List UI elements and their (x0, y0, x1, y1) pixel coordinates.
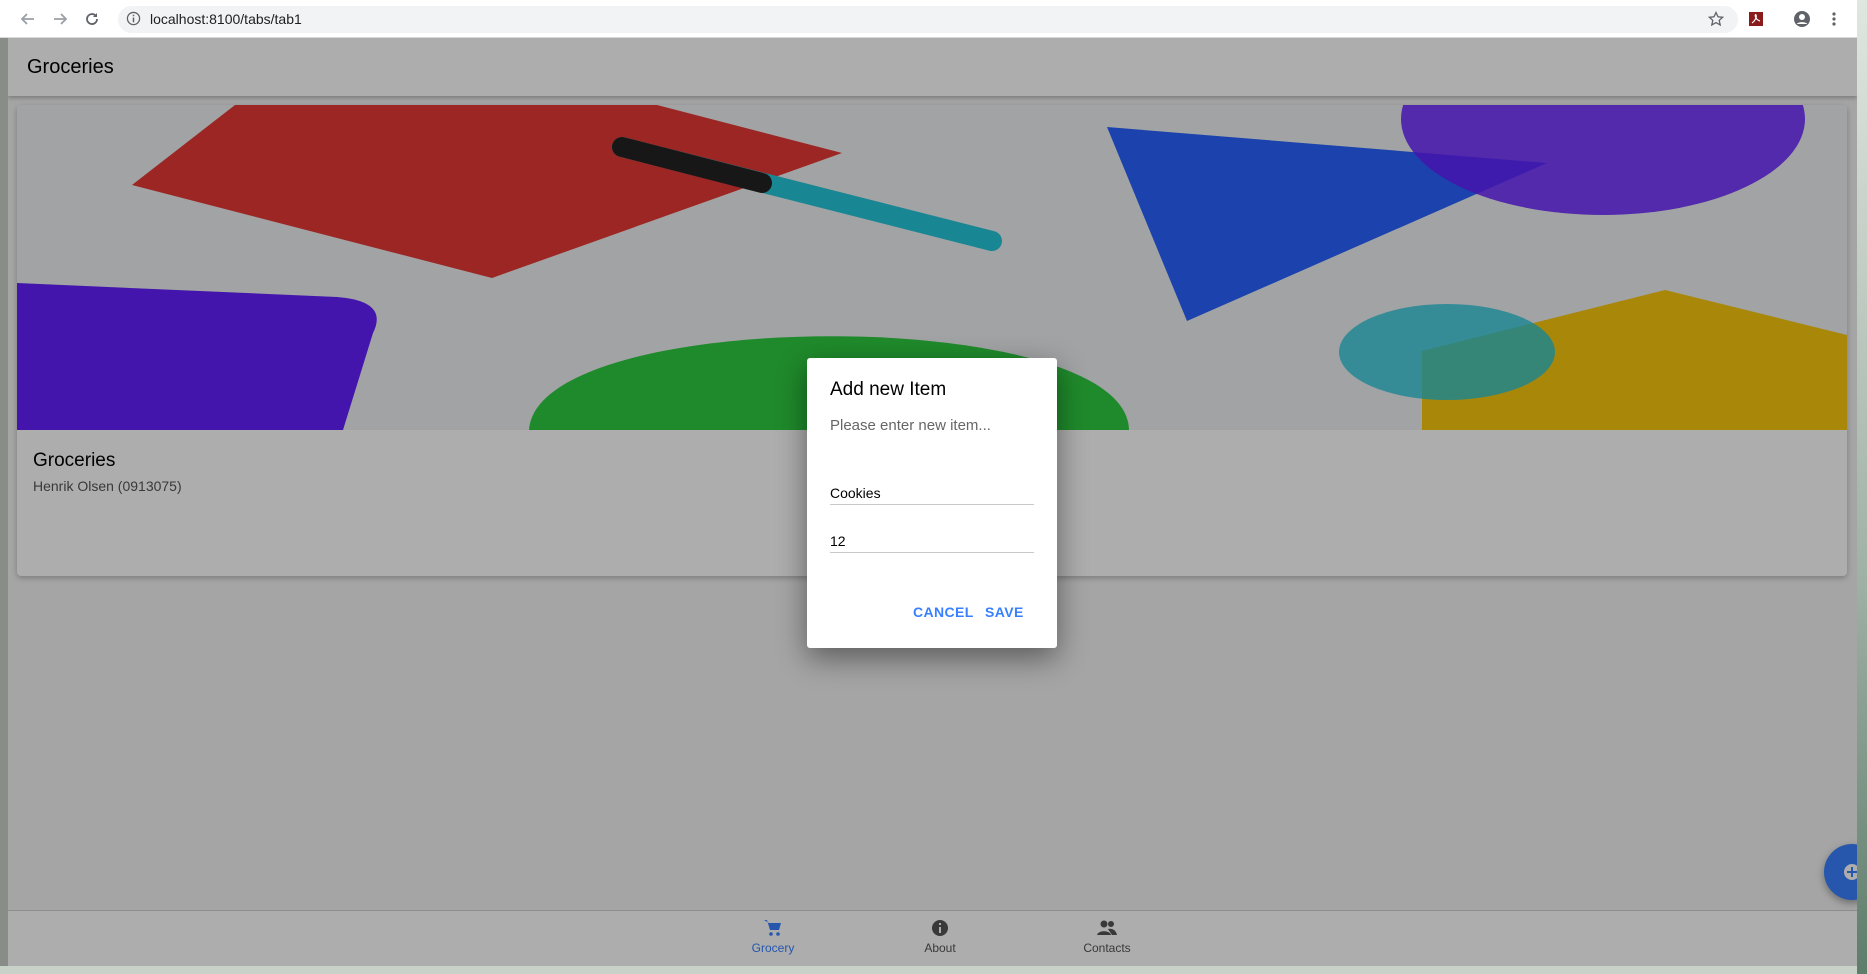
pdf-icon (1749, 12, 1763, 26)
bookmark-star-button[interactable] (1706, 9, 1726, 29)
star-icon (1708, 11, 1724, 27)
browser-chrome: localhost:8100/tabs/tab1 (0, 0, 1867, 38)
address-bar[interactable] (118, 6, 1738, 33)
item-quantity-input[interactable] (830, 523, 1034, 553)
save-button[interactable]: SAVE (985, 604, 1024, 620)
profile-button[interactable] (1792, 9, 1812, 29)
arrow-left-icon (20, 13, 34, 25)
pdf-extension-button[interactable] (1746, 9, 1766, 29)
url-text[interactable]: localhost:8100/tabs/tab1 (150, 11, 302, 27)
back-button[interactable] (18, 9, 38, 29)
forward-button[interactable] (50, 9, 70, 29)
cancel-button[interactable]: CANCEL (913, 604, 974, 620)
dialog-title: Add new Item (830, 379, 947, 400)
reload-icon (86, 13, 98, 25)
account-icon (1794, 11, 1810, 27)
item-name-input[interactable] (830, 475, 1034, 505)
reload-button[interactable] (82, 9, 102, 29)
site-info-icon[interactable] (126, 11, 141, 31)
desktop-edge (1857, 0, 1867, 974)
kebab-menu-icon (1832, 12, 1836, 26)
arrow-right-icon (54, 13, 68, 25)
add-item-dialog: Add new Item Please enter new item... CA… (807, 358, 1057, 648)
dialog-message: Please enter new item... (830, 417, 991, 434)
browser-menu-button[interactable] (1824, 9, 1844, 29)
